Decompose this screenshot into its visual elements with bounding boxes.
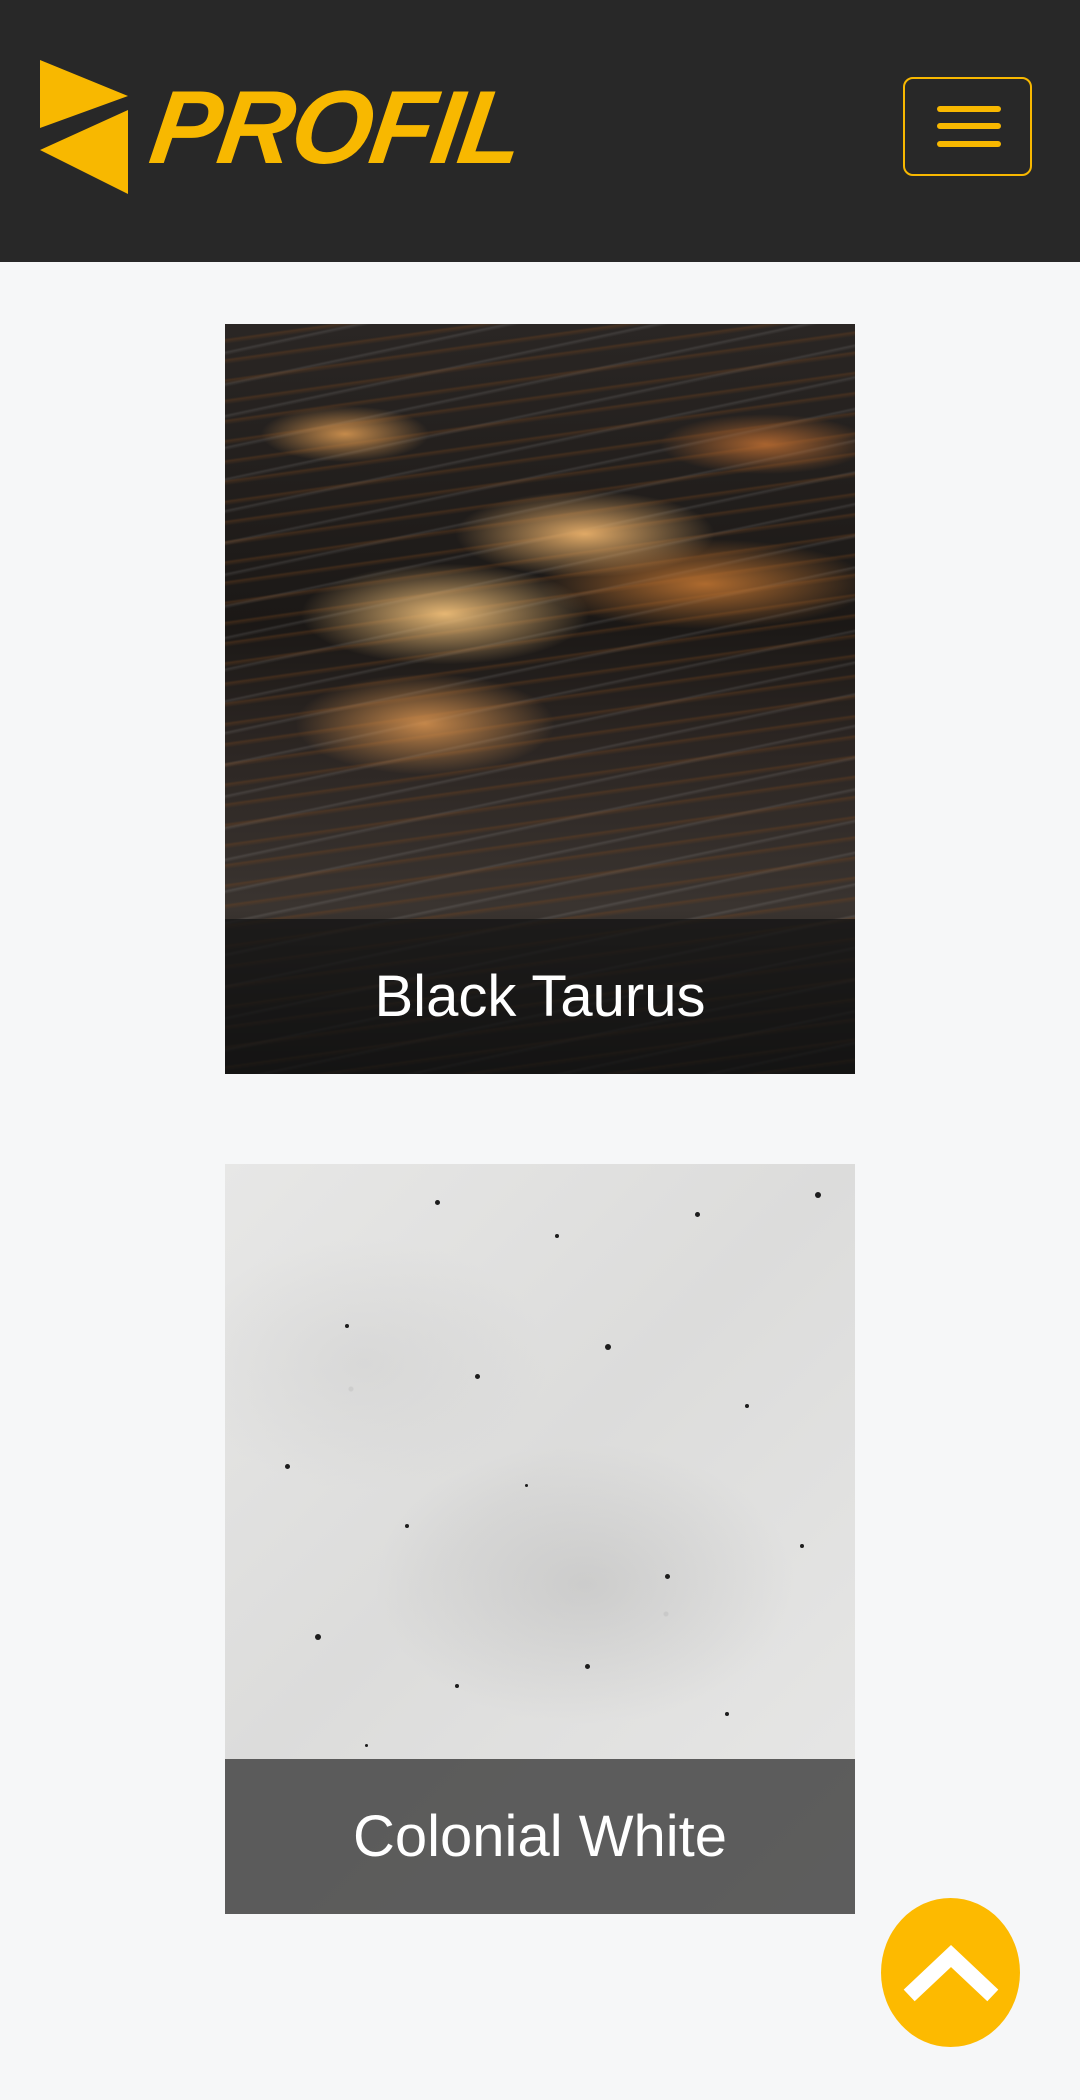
profil-logo[interactable]: PROFIL <box>38 58 529 198</box>
product-card-colonial-white[interactable]: Colonial White <box>225 1164 855 1914</box>
logo-wordmark: PROFIL <box>143 70 530 186</box>
site-header: PROFIL <box>0 0 1080 262</box>
logo-triangle-icon <box>40 60 128 194</box>
product-name: Colonial White <box>225 1759 855 1914</box>
scroll-to-top-button[interactable] <box>881 1898 1020 2047</box>
menu-toggle-button[interactable] <box>903 77 1032 176</box>
product-card-black-taurus[interactable]: Black Taurus <box>225 324 855 1074</box>
product-list: Black Taurus Colonial White <box>0 262 1080 2100</box>
chevron-up-icon <box>903 1944 999 2002</box>
product-name: Black Taurus <box>225 919 855 1074</box>
